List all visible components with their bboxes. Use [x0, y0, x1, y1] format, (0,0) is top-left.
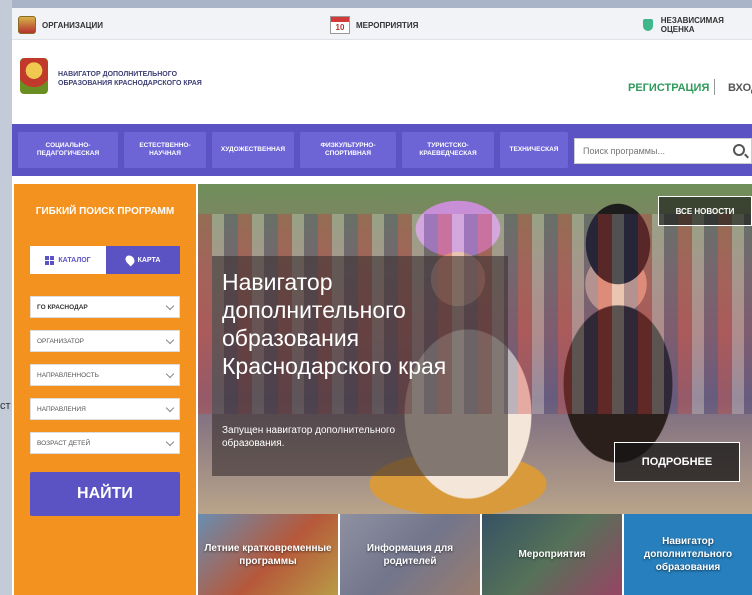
- login-link[interactable]: ВХОД: [728, 82, 752, 94]
- view-toggle: КАТАЛОГ КАРТА: [30, 246, 180, 274]
- chevron-down-icon: [165, 301, 175, 311]
- screenshot-stage: ст ОРГАНИЗАЦИИ 10 МЕРОПРИЯТИЯ НЕЗАВИСИМА…: [0, 0, 752, 595]
- organizations-label: ОРГАНИЗАЦИИ: [42, 20, 104, 30]
- tile-summer-programs[interactable]: Летние кратковременные программы: [198, 514, 338, 595]
- age-select[interactable]: ВОЗРАСТ ДЕТЕЙ: [30, 432, 180, 454]
- emblem-icon: [18, 16, 36, 34]
- find-button[interactable]: НАЙТИ: [30, 472, 180, 516]
- browser-chrome-strip: [0, 0, 752, 8]
- events-label: МЕРОПРИЯТИЯ: [356, 20, 419, 30]
- catalog-tab[interactable]: КАТАЛОГ: [30, 246, 106, 274]
- program-search: [574, 138, 752, 164]
- nav-item-tourism[interactable]: ТУРИСТСКО-КРАЕВЕДЧЕСКАЯ: [402, 132, 494, 168]
- chevron-down-icon: [165, 335, 175, 345]
- focus-placeholder: НАПРАВЛЕННОСТЬ: [37, 371, 99, 379]
- site-logo-text[interactable]: НАВИГАТОР ДОПОЛНИТЕЛЬНОГО ОБРАЗОВАНИЯ КР…: [58, 70, 208, 88]
- gutter-text: ст: [0, 400, 11, 412]
- search-icon[interactable]: [733, 144, 745, 156]
- focus-select[interactable]: НАПРАВЛЕННОСТЬ: [30, 364, 180, 386]
- nav-item-sport[interactable]: ФИЗКУЛЬТУРНО-СПОРТИВНАЯ: [300, 132, 396, 168]
- register-link[interactable]: РЕГИСТРАЦИЯ: [628, 82, 709, 94]
- more-button[interactable]: ПОДРОБНЕЕ: [614, 442, 740, 482]
- tile-parents-info[interactable]: Информация для родителей: [340, 514, 480, 595]
- organizations-link[interactable]: ОРГАНИЗАЦИИ: [18, 16, 103, 34]
- utility-bar: ОРГАНИЗАЦИИ 10 МЕРОПРИЯТИЯ НЕЗАВИСИМАЯ О…: [12, 8, 752, 40]
- all-news-button[interactable]: ВСЕ НОВОСТИ: [658, 196, 752, 226]
- hero-banner[interactable]: Навигатор дополнительного образования Кр…: [198, 184, 752, 514]
- grid-icon: [45, 255, 55, 265]
- program-search-input[interactable]: [575, 146, 725, 156]
- organizer-select[interactable]: ОРГАНИЗАТОР: [30, 330, 180, 352]
- panel-title: ГИБКИЙ ПОИСК ПРОГРАММ: [35, 206, 175, 217]
- tile-label: Информация для родителей: [366, 542, 454, 567]
- flexible-search-panel: ГИБКИЙ ПОИСК ПРОГРАММ КАТАЛОГ КАРТА ГО К…: [14, 184, 196, 595]
- left-gutter: ст: [0, 0, 12, 595]
- category-nav: СОЦИАЛЬНО-ПЕДАГОГИЧЕСКАЯ ЕСТЕСТВЕННО-НАУ…: [12, 124, 752, 176]
- catalog-label: КАТАЛОГ: [58, 256, 91, 264]
- tile-label: Летние кратковременные программы: [204, 542, 332, 567]
- map-pin-icon: [123, 253, 136, 267]
- tile-label: Мероприятия: [518, 549, 586, 560]
- directions-select[interactable]: НАПРАВЛЕНИЯ: [30, 398, 180, 420]
- municipality-value: ГО КРАСНОДАР: [37, 303, 88, 311]
- coat-of-arms-icon[interactable]: [20, 58, 48, 94]
- nav-item-artistic[interactable]: ХУДОЖЕСТВЕННАЯ: [212, 132, 294, 168]
- independent-assessment-label: НЕЗАВИСИМАЯ ОЦЕНКА: [660, 16, 724, 34]
- chevron-down-icon: [165, 369, 175, 379]
- site-header: НАВИГАТОР ДОПОЛНИТЕЛЬНОГО ОБРАЗОВАНИЯ КР…: [12, 48, 752, 120]
- tile-navigator[interactable]: Навигатор дополнительного образования: [624, 514, 752, 595]
- age-placeholder: ВОЗРАСТ ДЕТЕЙ: [37, 439, 91, 447]
- chevron-down-icon: [165, 437, 175, 447]
- events-link[interactable]: 10 МЕРОПРИЯТИЯ: [330, 16, 418, 34]
- chevron-down-icon: [165, 403, 175, 413]
- directions-placeholder: НАПРАВЛЕНИЯ: [37, 405, 86, 413]
- award-icon: [640, 16, 655, 34]
- nav-item-social-pedagogical[interactable]: СОЦИАЛЬНО-ПЕДАГОГИЧЕСКАЯ: [18, 132, 118, 168]
- calendar-icon: 10: [330, 16, 350, 34]
- organizer-placeholder: ОРГАНИЗАТОР: [37, 337, 85, 345]
- tile-events[interactable]: Мероприятия: [482, 514, 622, 595]
- header-separator: [714, 79, 715, 95]
- municipality-select[interactable]: ГО КРАСНОДАР: [30, 296, 180, 318]
- nav-item-technical[interactable]: ТЕХНИЧЕСКАЯ: [500, 132, 568, 168]
- map-label: КАРТА: [137, 256, 161, 264]
- map-tab[interactable]: КАРТА: [106, 246, 180, 274]
- hero-subtitle: Запущен навигатор дополнительного образо…: [222, 425, 396, 449]
- nav-item-natural-science[interactable]: ЕСТЕСТВЕННО-НАУЧНАЯ: [124, 132, 206, 168]
- tile-label: Навигатор дополнительного образования: [643, 536, 733, 573]
- hero-title: Навигатор дополнительного образования Кр…: [222, 269, 447, 379]
- independent-assessment-link[interactable]: НЕЗАВИСИМАЯ ОЦЕНКА: [640, 16, 752, 34]
- website: ОРГАНИЗАЦИИ 10 МЕРОПРИЯТИЯ НЕЗАВИСИМАЯ О…: [12, 8, 752, 595]
